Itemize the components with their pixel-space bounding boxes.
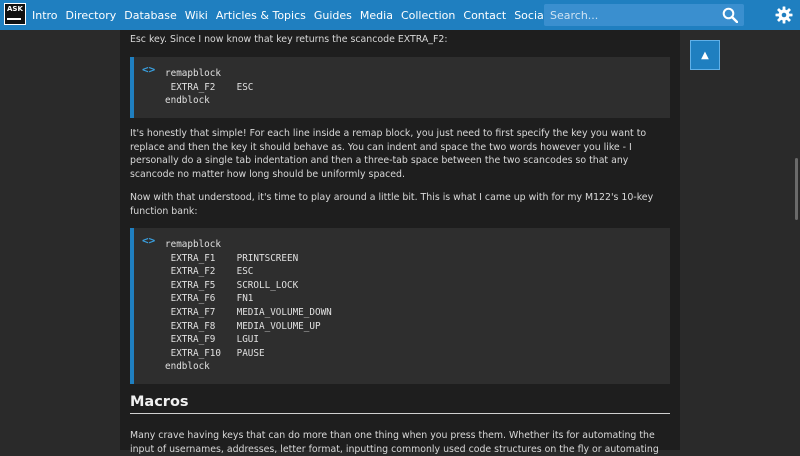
- code-source-key: EXTRA_F5: [170, 279, 216, 291]
- code-remap-row: EXTRA_F1 PRINTSCREEN: [165, 252, 332, 266]
- code-source-key: EXTRA_F2: [170, 266, 216, 278]
- code-remap-row: EXTRA_F2 ESC: [165, 265, 332, 279]
- code-target-key: PAUSE: [236, 347, 265, 359]
- code-remap-row: EXTRA_F5 SCROLL_LOCK: [165, 279, 332, 293]
- section-heading-macros: Macros: [130, 394, 670, 414]
- code-lines-2: remapblock EXTRA_F1 PRINTSCREEN EXTRA_F2 E…: [165, 238, 332, 374]
- code-target-key: MEDIA_VOLUME_UP: [236, 320, 321, 332]
- code-source-key: EXTRA_F1: [170, 252, 216, 264]
- nav-link-articles-topics[interactable]: Articles & Topics: [216, 9, 306, 22]
- article-content: Esc key. Since I now know that key retur…: [120, 30, 680, 455]
- code-block-1: <> remapblock EXTRA_F2 ESC endblock: [130, 57, 670, 118]
- code-source-key: EXTRA_F9: [170, 334, 216, 346]
- code-block-2: <> remapblock EXTRA_F1 PRINTSCREEN EXTRA_…: [130, 228, 670, 384]
- nav-link-guides[interactable]: Guides: [314, 9, 352, 22]
- code-remap-row: EXTRA_F10 PAUSE: [165, 347, 332, 361]
- settings-gear-icon[interactable]: [775, 6, 793, 28]
- nav-link-contact[interactable]: Contact: [463, 9, 506, 22]
- nav-link-wiki[interactable]: Wiki: [185, 9, 208, 22]
- nav-link-collection[interactable]: Collection: [401, 9, 455, 22]
- code-icon: <>: [142, 63, 156, 76]
- top-navigation-bar: ASK Intro Directory Database Wiki Articles &…: [0, 0, 800, 30]
- paragraph-macros: Many crave having keys that can do more …: [130, 430, 659, 455]
- logo-text: ASK: [7, 5, 23, 13]
- search-input[interactable]: [544, 7, 717, 23]
- code-target-key: MEDIA_VOLUME_DOWN: [236, 306, 332, 318]
- code-target-key: FN1: [236, 293, 254, 305]
- code-remap-row: EXTRA_F8 MEDIA_VOLUME_UP: [165, 320, 332, 334]
- nav-link-directory[interactable]: Directory: [66, 9, 117, 22]
- nav-link-database[interactable]: Database: [124, 9, 177, 22]
- nav-link-intro[interactable]: Intro: [32, 9, 58, 22]
- back-to-top-button[interactable]: ▲: [690, 40, 720, 70]
- nav-link-social[interactable]: Social: [514, 9, 547, 22]
- site-logo[interactable]: ASK: [4, 3, 26, 25]
- code-endblock-keyword: endblock: [165, 95, 210, 107]
- code-target-key: PRINTSCREEN: [236, 252, 299, 264]
- code-remap-row: EXTRA_F7 MEDIA_VOLUME_DOWN: [165, 306, 332, 320]
- logo-underline: [7, 18, 21, 20]
- code-target-key: ESC: [236, 81, 254, 93]
- code-remapblock-keyword: remapblock: [165, 239, 221, 250]
- scrollbar-thumb[interactable]: [795, 158, 798, 220]
- code-target-key: SCROLL_LOCK: [236, 279, 299, 291]
- code-icon: <>: [142, 234, 156, 247]
- code-source-key: EXTRA_F10: [170, 347, 221, 359]
- code-remap-row: EXTRA_F9 LGUI: [165, 333, 332, 347]
- search-icon[interactable]: [722, 7, 739, 27]
- code-endblock-keyword: endblock: [165, 361, 210, 373]
- intro-paragraph-tail: Esc key. Since I now know that key retur…: [130, 34, 448, 45]
- main-nav: Intro Directory Database Wiki Articles & Top…: [32, 0, 595, 30]
- paragraph-remap-explanation: It's honestly that simple! For each line…: [130, 128, 647, 180]
- code-remap-row: EXTRA_F2 ESC: [165, 81, 254, 95]
- code-remapblock-keyword: remapblock: [165, 68, 221, 79]
- code-remap-row: EXTRA_F6 FN1: [165, 292, 332, 306]
- code-source-key: EXTRA_F2: [170, 81, 216, 93]
- code-target-key: ESC: [236, 266, 254, 278]
- code-source-key: EXTRA_F8: [170, 320, 216, 332]
- code-lines-1: remapblock EXTRA_F2 ESC endblock: [165, 67, 253, 108]
- code-target-key: LGUI: [236, 334, 259, 346]
- search-box: [544, 4, 744, 26]
- nav-link-media[interactable]: Media: [360, 9, 393, 22]
- code-source-key: EXTRA_F6: [170, 293, 216, 305]
- code-source-key: EXTRA_F7: [170, 306, 216, 318]
- paragraph-function-bank-intro: Now with that understood, it's time to p…: [130, 192, 654, 217]
